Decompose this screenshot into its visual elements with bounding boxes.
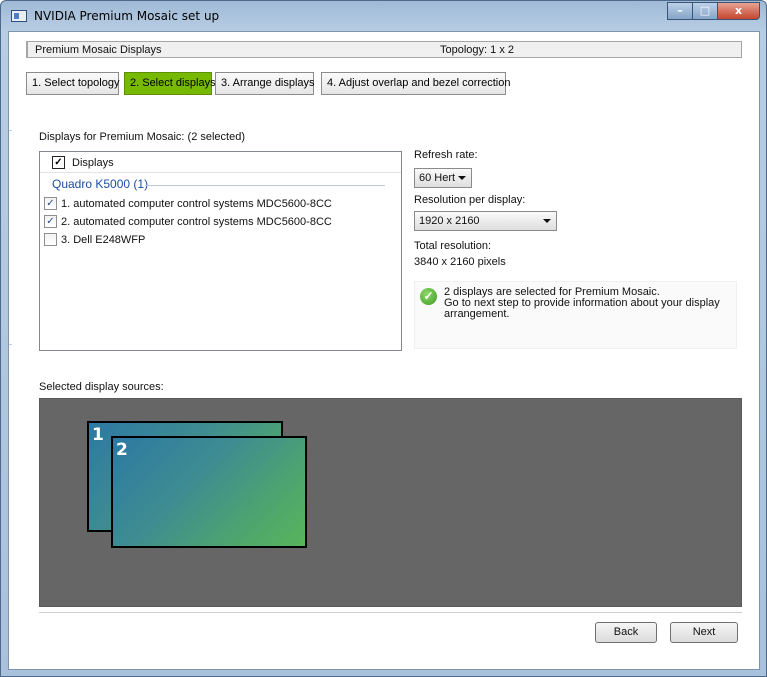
displays-section-label: Displays for Premium Mosaic: (2 selected… bbox=[39, 131, 246, 143]
header-bar: Premium Mosaic Displays Topology: 1 x 2 bbox=[26, 41, 742, 58]
tab-select-topology[interactable]: 1. Select topology bbox=[26, 72, 119, 95]
window-controls: – □ x bbox=[667, 2, 760, 20]
app-icon bbox=[11, 10, 27, 22]
chevron-down-icon bbox=[458, 176, 466, 180]
maximize-button[interactable]: □ bbox=[692, 2, 718, 20]
gpu-group-title: Quadro K5000 (1) bbox=[52, 177, 149, 191]
chevron-down-icon bbox=[543, 219, 551, 223]
displays-column-label: Displays bbox=[72, 157, 114, 169]
footer-divider bbox=[39, 612, 742, 613]
tab-select-displays[interactable]: 2. Select displays bbox=[124, 72, 216, 95]
display-2-label: 2. automated computer control systems MD… bbox=[61, 216, 332, 228]
display-1-checkbox[interactable]: ✓ bbox=[44, 197, 57, 210]
select-all-checkbox[interactable]: ✓ bbox=[52, 156, 65, 169]
side-tick bbox=[9, 130, 12, 131]
display-1-label: 1. automated computer control systems MD… bbox=[61, 198, 332, 210]
minimize-button[interactable]: – bbox=[667, 2, 693, 20]
resolution-label: Resolution per display: bbox=[414, 194, 526, 206]
check-circle-icon: ✓ bbox=[420, 288, 437, 305]
display-source-2[interactable]: 2 bbox=[111, 436, 307, 548]
refresh-rate-value: 60 Hert bbox=[419, 172, 456, 184]
display-source-2-number: 2 bbox=[116, 440, 128, 460]
side-tick bbox=[9, 344, 12, 345]
display-2-checkbox[interactable]: ✓ bbox=[44, 215, 57, 228]
display-sources-canvas: 1 2 bbox=[39, 398, 742, 607]
total-resolution-label: Total resolution: bbox=[414, 240, 492, 252]
header-title: Premium Mosaic Displays bbox=[35, 44, 162, 56]
next-button[interactable]: Next bbox=[670, 622, 738, 643]
display-source-1-number: 1 bbox=[92, 425, 104, 445]
close-button[interactable]: x bbox=[717, 2, 760, 20]
displays-list: ✓ Displays Quadro K5000 (1) ✓ 1. automat… bbox=[39, 151, 402, 351]
resolution-value: 1920 x 2160 bbox=[419, 215, 480, 227]
title-bar[interactable]: NVIDIA Premium Mosaic set up – □ x bbox=[1, 1, 766, 31]
info-line-3: arrangement. bbox=[444, 308, 510, 320]
displays-list-header: ✓ Displays bbox=[40, 152, 401, 173]
refresh-rate-label: Refresh rate: bbox=[414, 149, 478, 161]
dialog-client-area: Premium Mosaic Displays Topology: 1 x 2 … bbox=[8, 31, 760, 670]
tab-arrange-displays[interactable]: 3. Arrange displays bbox=[215, 72, 315, 95]
total-resolution-value: 3840 x 2160 pixels bbox=[414, 256, 506, 268]
tab-adjust-overlap[interactable]: 4. Adjust overlap and bezel correction bbox=[321, 72, 510, 95]
sources-section-label: Selected display sources: bbox=[39, 381, 164, 393]
topology-label: Topology: 1 x 2 bbox=[440, 44, 514, 56]
window-title: NVIDIA Premium Mosaic set up bbox=[34, 9, 220, 23]
resolution-select[interactable]: 1920 x 2160 bbox=[414, 211, 557, 231]
app-window: NVIDIA Premium Mosaic set up – □ x Premi… bbox=[0, 0, 767, 677]
back-button[interactable]: Back bbox=[595, 622, 657, 643]
display-3-checkbox[interactable] bbox=[44, 233, 57, 246]
info-message-box: ✓ 2 displays are selected for Premium Mo… bbox=[414, 281, 737, 349]
refresh-rate-select[interactable]: 60 Hert bbox=[414, 168, 472, 188]
group-divider bbox=[145, 185, 385, 186]
display-3-label: 3. Dell E248WFP bbox=[61, 234, 146, 246]
